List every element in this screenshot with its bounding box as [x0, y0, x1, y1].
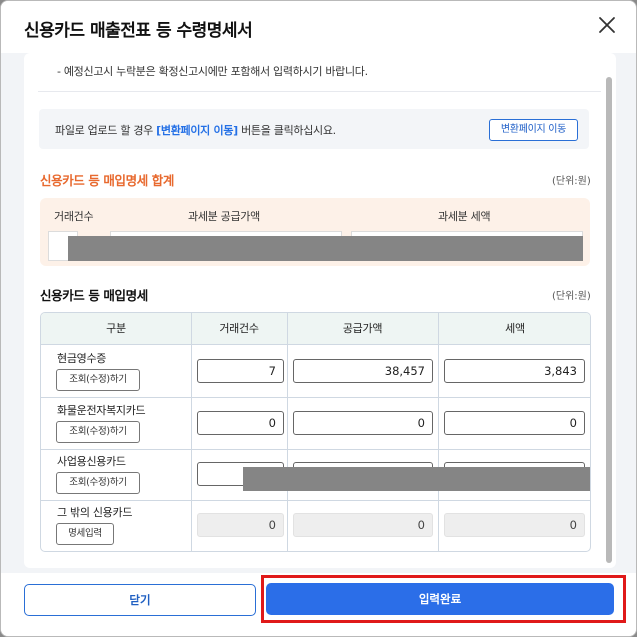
summary-header-tax: 과세분 세액: [438, 210, 491, 223]
detail-table: 구분 거래건수 공급가액 세액 현금영수증 조회(수정)하기 7 38,457 …: [40, 312, 591, 552]
column-divider: [287, 313, 288, 551]
cash-receipt-supply-input[interactable]: 38,457: [293, 359, 433, 383]
redaction-mask: [243, 467, 590, 491]
column-header-category: 구분: [106, 322, 126, 335]
freight-card-count-input[interactable]: 0: [197, 411, 284, 435]
divider: [38, 91, 601, 92]
table-header: 구분 거래건수 공급가액 세액: [41, 313, 590, 345]
detail-unit: (단위:원): [552, 291, 591, 302]
row-label-other-credit-card: 그 밖의 신용카드: [57, 506, 133, 519]
convert-page-button[interactable]: 변환페이지 이동: [489, 119, 578, 141]
cash-receipt-tax-input[interactable]: 3,843: [444, 359, 585, 383]
column-header-supply: 공급가액: [342, 322, 383, 335]
redaction-mask: [68, 236, 583, 261]
row-divider: [41, 397, 590, 398]
column-header-count: 거래건수: [219, 322, 259, 335]
scroll-content: - 예정신고시 누락분은 확정신고시에만 포함해서 입력하시기 바랍니다. 파일…: [24, 53, 616, 568]
column-divider: [191, 313, 192, 551]
submit-button[interactable]: 입력완료: [266, 583, 614, 615]
upload-text-before: 파일로 업로드 할 경우: [55, 124, 157, 137]
scrollbar-thumb[interactable]: [606, 77, 612, 563]
modal-footer: 닫기 입력완료: [1, 573, 636, 636]
summary-title: 신용카드 등 매입명세 합계: [40, 173, 174, 188]
row-label-freight-welfare-card: 화물운전자복지카드: [57, 404, 146, 417]
close-icon[interactable]: [594, 12, 620, 38]
modal-title: 신용카드 매출전표 등 수령명세서: [24, 21, 253, 41]
other-card-supply-input: 0: [293, 513, 433, 537]
vertical-scrollbar[interactable]: [606, 61, 612, 566]
business-card-view-edit-button[interactable]: 조회(수정)하기: [56, 472, 140, 494]
other-card-detail-input-button[interactable]: 명세입력: [56, 523, 114, 545]
row-divider: [41, 500, 590, 501]
column-divider: [438, 313, 439, 551]
freight-card-supply-input[interactable]: 0: [293, 411, 433, 435]
modal-body: - 예정신고시 누락분은 확정신고시에만 포함해서 입력하시기 바랍니다. 파일…: [1, 53, 636, 573]
upload-info-text: 파일로 업로드 할 경우 [변환페이지 이동] 버튼을 클릭하십시요.: [55, 122, 336, 138]
other-card-count-input: 0: [197, 513, 284, 537]
upload-text-highlight: [변환페이지 이동]: [156, 124, 238, 137]
summary-unit: (단위:원): [552, 176, 591, 187]
modal-header: 신용카드 매출전표 등 수령명세서: [1, 1, 636, 53]
upload-text-after: 버튼을 클릭하십시요.: [237, 124, 336, 137]
summary-box: 거래건수 과세분 공급가액 과세분 세액: [40, 198, 590, 266]
column-header-tax: 세액: [505, 322, 525, 335]
cash-receipt-count-input[interactable]: 7: [197, 359, 284, 383]
summary-header-count: 거래건수: [54, 210, 94, 223]
summary-header-supply: 과세분 공급가액: [188, 210, 260, 223]
close-button[interactable]: 닫기: [24, 584, 256, 616]
cash-receipt-view-edit-button[interactable]: 조회(수정)하기: [56, 369, 140, 391]
freight-card-tax-input[interactable]: 0: [444, 411, 585, 435]
freight-card-view-edit-button[interactable]: 조회(수정)하기: [56, 421, 140, 443]
detail-title: 신용카드 등 매입명세: [40, 288, 148, 303]
upload-info-box: 파일로 업로드 할 경우 [변환페이지 이동] 버튼을 클릭하십시요. 변환페이…: [39, 109, 589, 149]
row-label-cash-receipt: 현금영수증: [57, 352, 107, 365]
row-divider: [41, 449, 590, 450]
notice-text: - 예정신고시 누락분은 확정신고시에만 포함해서 입력하시기 바랍니다.: [57, 65, 368, 78]
other-card-tax-input: 0: [444, 513, 585, 537]
row-label-business-credit-card: 사업용신용카드: [57, 455, 126, 468]
receipt-statement-modal: 신용카드 매출전표 등 수령명세서 - 예정신고시 누락분은 확정신고시에만 포…: [0, 0, 637, 637]
